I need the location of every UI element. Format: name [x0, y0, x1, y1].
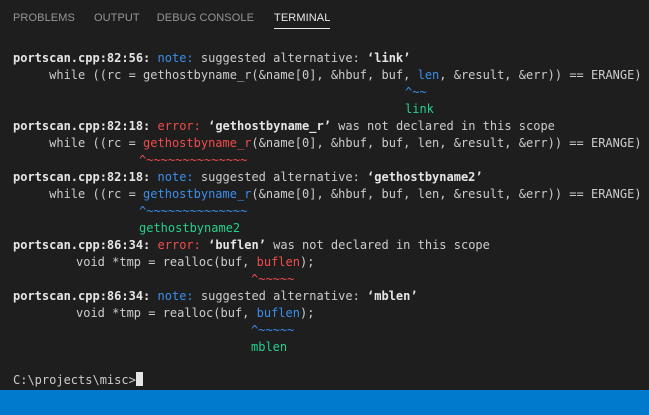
highlighted-token: gethostbyname_r	[143, 136, 252, 150]
source-line: while ((rc = gethostbyname_r(&name[0], &…	[13, 186, 642, 203]
source-line: void *tmp = realloc(buf, buflen);	[76, 254, 314, 271]
fix-suggestion: link	[405, 101, 434, 118]
fix-text: mblen	[251, 340, 288, 354]
code-text: );	[299, 306, 315, 320]
code-text: );	[299, 255, 315, 269]
diagnostic-message-tail: was not declared in this scope	[330, 119, 555, 133]
diagnostic-header: portscan.cpp:86:34: note: suggested alte…	[13, 288, 418, 305]
caret-marker: ^~~~~~~~~~~~~~~	[139, 203, 247, 220]
source-line: while ((rc = gethostbyname_r(&name[0], &…	[13, 67, 642, 84]
note-label: note:	[157, 170, 194, 184]
source-line: void *tmp = realloc(buf, buflen);	[76, 305, 314, 322]
tab-problems[interactable]: PROBLEMS	[13, 0, 75, 26]
diagnostic-header: portscan.cpp:82:18: note: suggested alte…	[13, 169, 483, 186]
code-text: , &result, &err)) == ERANGE)	[439, 68, 642, 82]
caret-text: ^~~	[405, 85, 427, 99]
panel-tab-bar: PROBLEMS OUTPUT DEBUG CONSOLE TERMINAL	[0, 0, 649, 38]
fix-text: gethostbyname2	[139, 221, 241, 235]
terminal-panel: PROBLEMS OUTPUT DEBUG CONSOLE TERMINAL p…	[0, 0, 649, 415]
tab-terminal[interactable]: TERMINAL	[274, 0, 331, 29]
highlighted-token: buflen	[256, 306, 300, 320]
caret-marker: ^~~	[405, 84, 427, 101]
terminal-output[interactable]: portscan.cpp:82:56: note: suggested alte…	[0, 40, 649, 390]
code-text: void *tmp = realloc(buf,	[76, 255, 257, 269]
identifier: ‘mblen’	[367, 289, 418, 303]
identifier: ‘buflen’	[208, 238, 266, 252]
caret-marker: ^~~~~~~~~~~~~~~	[139, 152, 247, 169]
shell-prompt[interactable]: C:\projects\misc>	[13, 372, 143, 389]
diagnostic-message: suggested alternative:	[193, 51, 368, 65]
source-line: while ((rc = gethostbyname_r(&name[0], &…	[13, 135, 642, 152]
diagnostic-message: suggested alternative:	[193, 289, 368, 303]
highlighted-token: len	[417, 68, 440, 82]
diagnostic-header: portscan.cpp:82:56: note: suggested alte…	[13, 50, 410, 67]
highlighted-token: buflen	[256, 255, 300, 269]
code-text: while ((rc = gethostbyname_r(&name[0], &…	[49, 68, 418, 82]
prompt-text: C:\projects\misc>	[13, 373, 136, 387]
text-cursor	[135, 372, 143, 386]
error-label: error:	[157, 119, 201, 133]
caret-text: ^~~~~~	[251, 323, 295, 337]
diagnostic-header: portscan.cpp:86:34: error: ‘buflen’ was …	[13, 237, 490, 254]
source-location: portscan.cpp:82:18:	[13, 119, 151, 133]
highlighted-token: gethostbyname_r	[143, 187, 252, 201]
source-location: portscan.cpp:82:56:	[13, 51, 151, 65]
note-label: note:	[157, 289, 194, 303]
code-text: (&name[0], &hbuf, buf, len, &result, &er…	[251, 187, 642, 201]
code-text: while ((rc =	[49, 187, 144, 201]
error-label: error:	[157, 238, 201, 252]
identifier: ‘gethostbyname2’	[367, 170, 483, 184]
tab-debug-console[interactable]: DEBUG CONSOLE	[157, 0, 254, 26]
caret-text: ^~~~~~	[251, 272, 295, 286]
fix-suggestion: mblen	[251, 339, 287, 356]
source-location: portscan.cpp:86:34:	[13, 238, 151, 252]
diagnostic-message: suggested alternative:	[193, 170, 368, 184]
caret-text: ^~~~~~~~~~~~~~~	[139, 153, 248, 167]
status-bar	[0, 390, 649, 415]
identifier: ‘gethostbyname_r’	[208, 119, 331, 133]
note-label: note:	[157, 51, 194, 65]
caret-marker: ^~~~~~	[251, 271, 294, 288]
code-text: void *tmp = realloc(buf,	[76, 306, 257, 320]
source-location: portscan.cpp:86:34:	[13, 289, 151, 303]
diagnostic-header: portscan.cpp:82:18: error: ‘gethostbynam…	[13, 118, 555, 135]
code-text: while ((rc =	[49, 136, 144, 150]
source-location: portscan.cpp:82:18:	[13, 170, 151, 184]
code-text: (&name[0], &hbuf, buf, len, &result, &er…	[251, 136, 642, 150]
tab-output[interactable]: OUTPUT	[94, 0, 140, 26]
caret-text: ^~~~~~~~~~~~~~~	[139, 204, 248, 218]
fix-suggestion: gethostbyname2	[139, 220, 240, 237]
fix-text: link	[405, 102, 434, 116]
caret-marker: ^~~~~~	[251, 322, 294, 339]
diagnostic-message-tail: was not declared in this scope	[265, 238, 490, 252]
identifier: ‘link’	[367, 51, 411, 65]
